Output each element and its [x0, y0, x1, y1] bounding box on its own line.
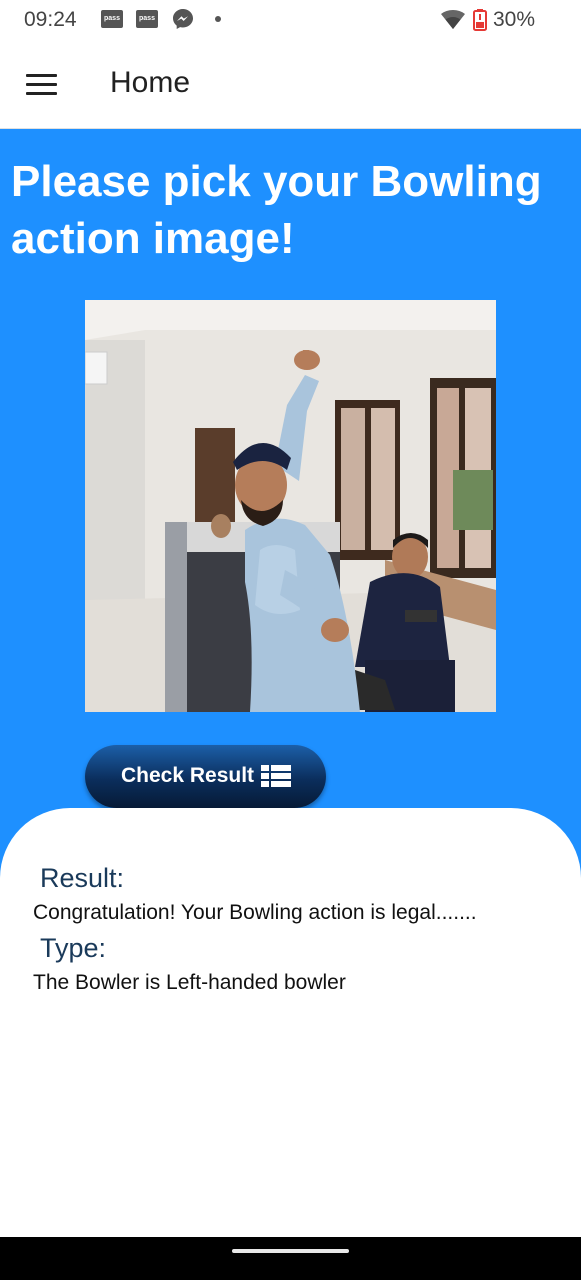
menu-icon[interactable] — [26, 74, 58, 96]
check-result-label: Check Result — [121, 764, 255, 787]
result-text: Congratulation! Your Bowling action is l… — [33, 901, 477, 924]
wifi-icon — [441, 10, 465, 29]
list-icon — [261, 765, 291, 787]
status-bar: 09:24 pass pass 30% — [0, 0, 581, 40]
type-heading: Type: — [40, 933, 107, 963]
messenger-icon — [173, 9, 193, 29]
pass-icon: pass — [136, 10, 158, 28]
navigation-bar — [0, 1237, 581, 1280]
type-text: The Bowler is Left-handed bowler — [33, 971, 346, 994]
page-title: Home — [110, 66, 191, 99]
battery-icon — [473, 9, 487, 31]
home-gesture-handle[interactable] — [232, 1249, 349, 1253]
result-card: Result: Congratulation! Your Bowling act… — [0, 808, 581, 1237]
main-content: Please pick your Bowling action image! C… — [0, 129, 581, 1237]
pass-icon: pass — [101, 10, 123, 28]
status-time: 09:24 — [24, 8, 77, 31]
result-heading: Result: — [40, 863, 125, 893]
dot-icon — [215, 16, 221, 22]
bowling-action-image[interactable] — [85, 300, 496, 712]
battery-percent: 30% — [493, 8, 536, 31]
app-bar: Home — [0, 40, 581, 129]
pick-image-heading: Please pick your Bowling action image! — [11, 157, 542, 263]
check-result-button[interactable]: Check Result — [85, 745, 326, 808]
